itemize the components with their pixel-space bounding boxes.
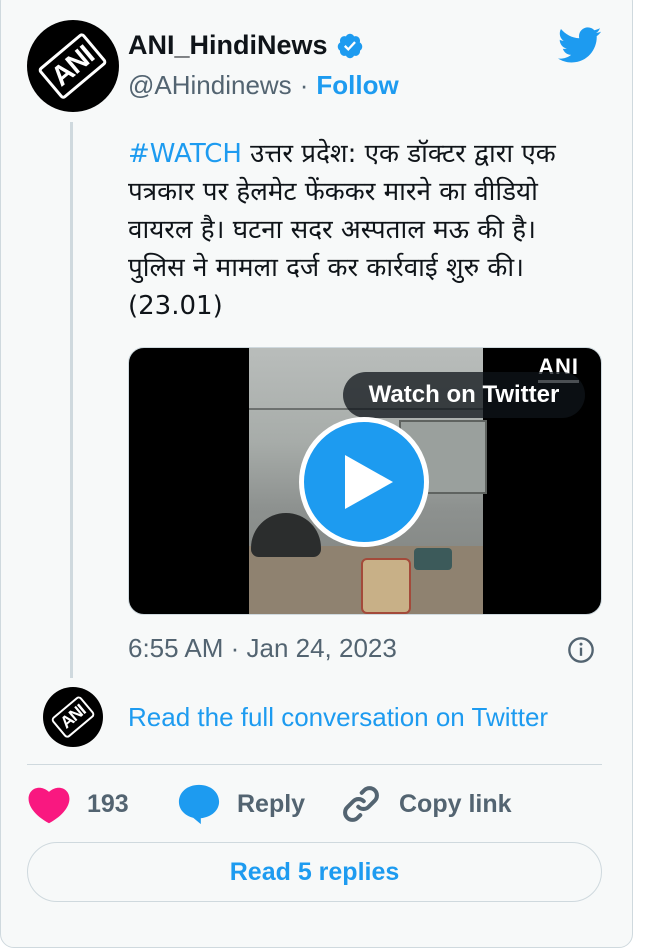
separator-dot: · — [299, 70, 309, 100]
hashtag-link[interactable]: #WATCH — [128, 139, 242, 169]
tweet-timestamp[interactable]: 6:55 AM · Jan 24, 2023 — [128, 633, 397, 664]
reply-label: Reply — [237, 789, 306, 818]
copy-link-button[interactable]: Copy link — [339, 780, 512, 828]
like-button[interactable]: 193 — [27, 780, 129, 828]
thread-line — [70, 122, 73, 678]
action-bar: 193 Reply Copy link — [27, 780, 602, 828]
ani-logo-small: ANI — [49, 694, 97, 740]
divider — [27, 764, 602, 765]
read-full-conversation-link[interactable]: Read the full conversation on Twitter — [128, 702, 548, 733]
author-handle[interactable]: @AHindinews — [128, 70, 292, 101]
info-icon[interactable] — [567, 636, 595, 664]
link-icon — [343, 786, 379, 822]
copy-link-label: Copy link — [399, 789, 512, 818]
ani-logo: ANI — [37, 31, 109, 101]
author-name-row: ANI_HindiNews — [128, 30, 364, 61]
follow-button[interactable]: Follow — [316, 70, 398, 101]
reply-button[interactable]: Reply — [177, 780, 305, 828]
watch-on-twitter-button[interactable]: Watch on Twitter — [343, 372, 585, 418]
conversation-avatar[interactable]: ANI — [43, 687, 103, 747]
play-button[interactable] — [299, 417, 429, 547]
play-icon — [345, 455, 393, 509]
read-replies-button[interactable]: Read 5 replies — [27, 842, 602, 902]
heart-icon — [28, 787, 70, 824]
video-player[interactable]: ANI Watch on Twitter — [128, 347, 602, 615]
tweet-text: #WATCH उत्तर प्रदेश: एक डॉक्टर द्वारा एक… — [128, 135, 588, 325]
twitter-bird-icon[interactable] — [556, 26, 602, 64]
like-count: 193 — [87, 789, 129, 818]
verified-badge-icon — [337, 33, 362, 58]
author-name[interactable]: ANI_HindiNews — [128, 30, 328, 61]
author-avatar[interactable]: ANI — [27, 20, 119, 112]
author-handle-row: @AHindinews · Follow — [128, 70, 399, 101]
thumbnail-jar — [361, 558, 411, 614]
thumbnail-tin — [414, 548, 452, 570]
reply-bubble-icon — [178, 784, 220, 825]
